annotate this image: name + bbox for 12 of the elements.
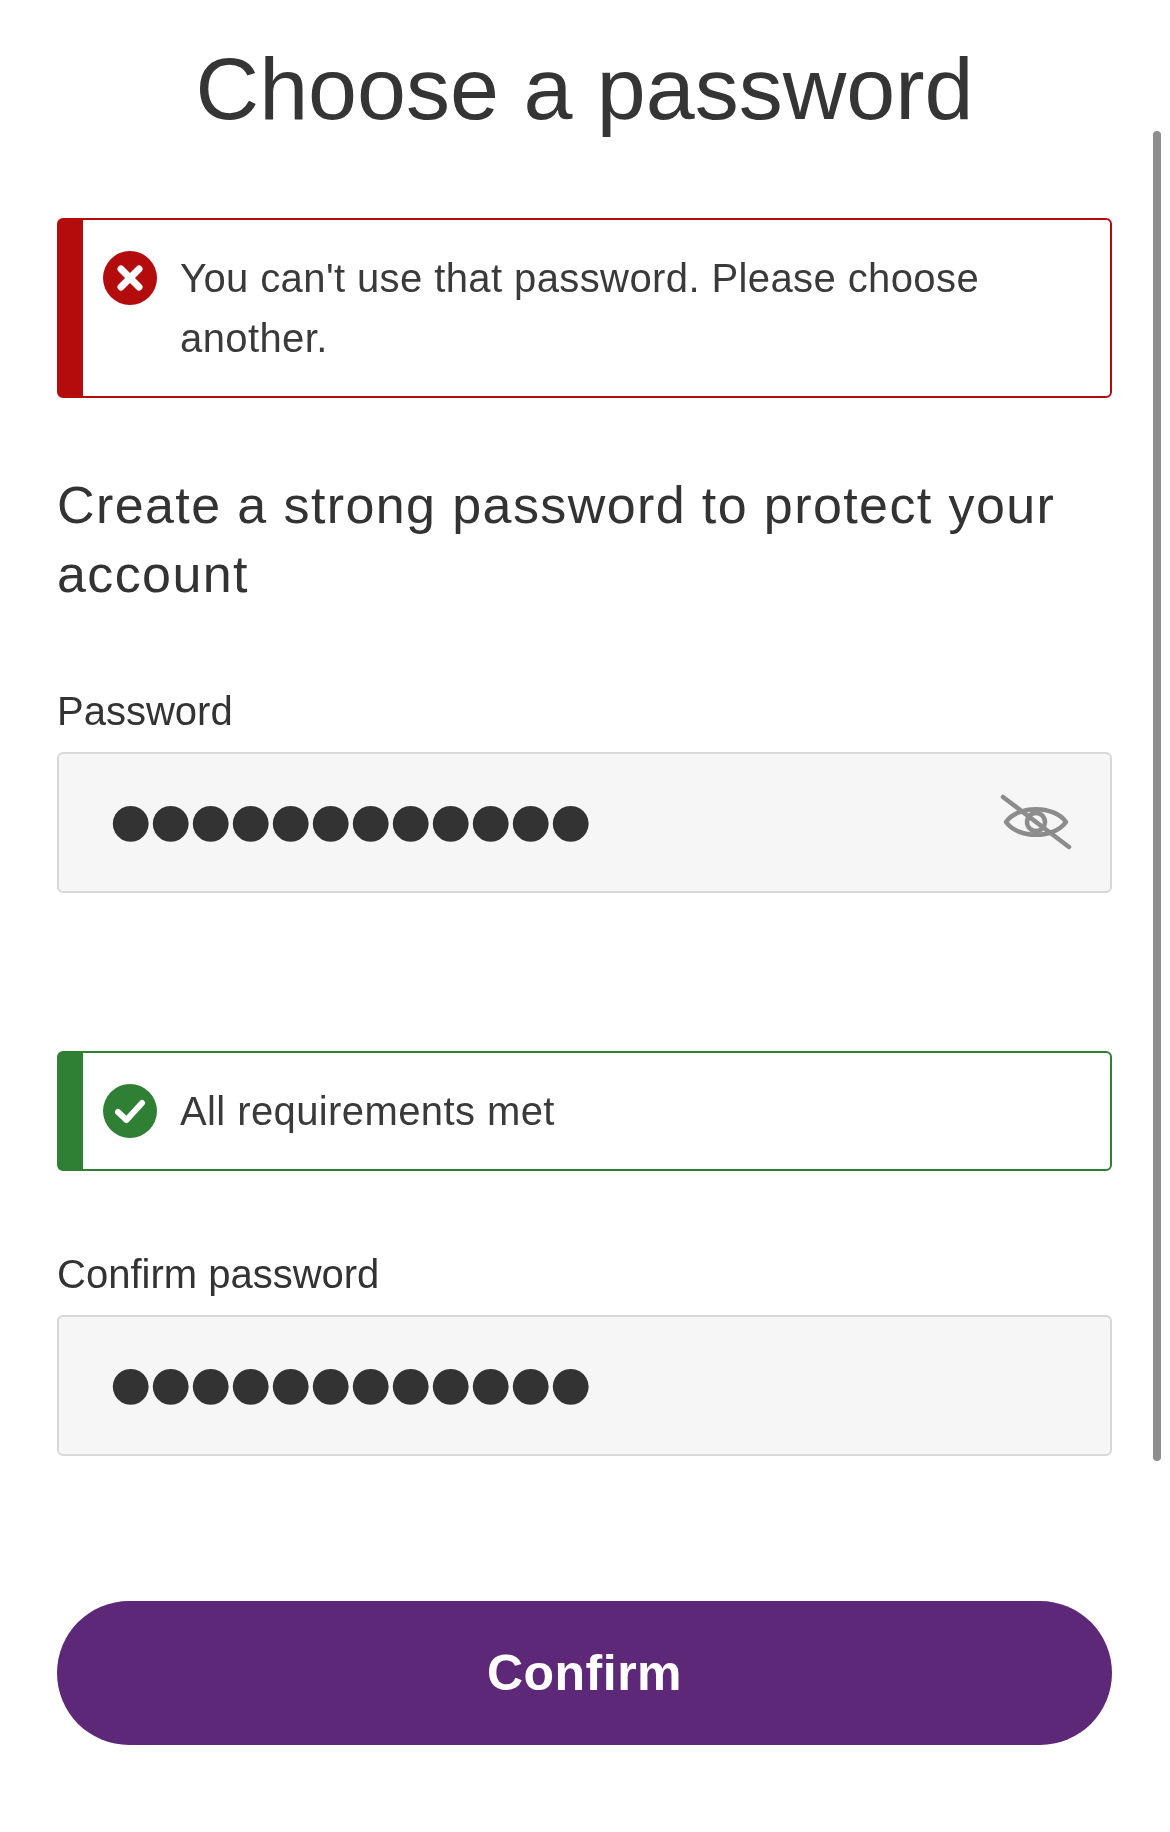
confirm-password-field[interactable]: ●●●●●●●●●●●● [57,1314,1112,1456]
alert-message: All requirements met [180,1087,555,1135]
alert-message: You can't use that password. Please choose another. [180,254,981,362]
check-circle-icon [103,1083,157,1138]
eye-slash-icon[interactable] [999,793,1073,852]
field-label: Password [57,687,233,735]
page-title: Choose a password [195,38,974,140]
x-circle-icon [103,250,157,305]
confirm-button[interactable]: Confirm [57,1600,1112,1745]
intro-text: Create a strong password to protect your account [57,474,1057,605]
password-field[interactable]: ●●●●●●●●●●●● [57,751,1112,893]
field-label: Confirm password [57,1250,380,1298]
